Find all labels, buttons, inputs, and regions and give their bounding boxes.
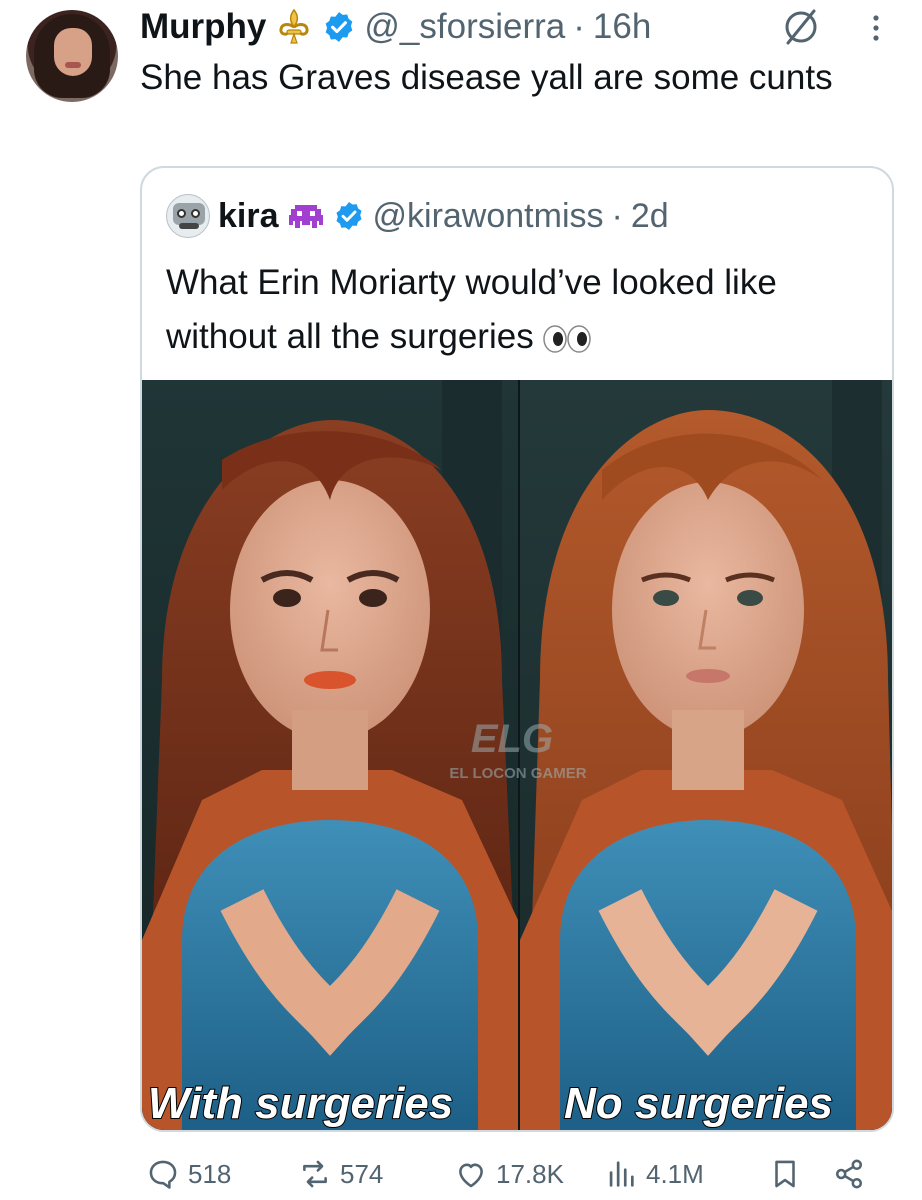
quoted-avatar[interactable] xyxy=(166,194,210,238)
views-icon xyxy=(609,1161,634,1187)
author-name[interactable]: Murphy xyxy=(140,7,266,47)
quoted-author-name[interactable]: kira xyxy=(218,197,279,236)
avatar[interactable] xyxy=(26,10,118,102)
reply-count: 518 xyxy=(188,1158,232,1189)
views-button[interactable]: 4.1M xyxy=(604,1152,704,1196)
comparison-image: ELG EL LOCON GAMER With surgeries No sur… xyxy=(142,380,892,1130)
tweet-text: She has Graves disease yall are some cun… xyxy=(140,58,833,97)
fleur-de-lis-icon xyxy=(279,8,309,44)
timestamp[interactable]: 16h xyxy=(593,7,651,47)
bookmark-button[interactable] xyxy=(768,1152,802,1196)
share-button[interactable] xyxy=(832,1152,866,1196)
quoted-timestamp[interactable]: 2d xyxy=(631,197,669,236)
views-count: 4.1M xyxy=(646,1158,704,1189)
caption-right: No surgeries xyxy=(564,1079,833,1128)
repost-button[interactable]: 574 xyxy=(298,1152,383,1196)
quoted-media-image[interactable]: ELG EL LOCON GAMER With surgeries No sur… xyxy=(142,380,892,1130)
quoted-text: What Erin Moriarty would’ve looked like … xyxy=(166,256,866,364)
repost-icon xyxy=(303,1160,327,1188)
like-button[interactable]: 17.8K xyxy=(454,1152,564,1196)
eyes-emoji-icon xyxy=(542,325,591,353)
caption-left: With surgeries xyxy=(148,1079,453,1128)
like-icon xyxy=(459,1163,483,1188)
author-handle[interactable]: @_sforsierra xyxy=(364,7,565,47)
reply-button[interactable]: 518 xyxy=(146,1152,231,1196)
quoted-author-handle[interactable]: @kirawontmiss xyxy=(373,197,604,236)
quoted-tweet[interactable]: kira @kirawontmiss · 2d What Erin Moriar… xyxy=(140,166,894,1132)
alien-icon xyxy=(288,205,323,228)
separator: · xyxy=(573,7,585,46)
share-icon xyxy=(835,1159,863,1189)
grok-icon[interactable] xyxy=(780,6,822,48)
watermark-logo: ELG xyxy=(471,717,553,761)
verified-badge-icon xyxy=(326,12,353,42)
watermark-text: EL LOCON GAMER xyxy=(449,765,586,782)
quoted-header: kira @kirawontmiss · 2d xyxy=(166,194,669,238)
like-count: 17.8K xyxy=(496,1158,564,1189)
bookmark-icon xyxy=(775,1160,795,1188)
quoted-text-content: What Erin Moriarty would’ve looked like … xyxy=(166,263,777,356)
tweet[interactable]: Murphy @_sforsierra · 16h She has Graves… xyxy=(0,0,922,1200)
tweet-header: Murphy @_sforsierra · 16h xyxy=(140,4,651,50)
more-icon[interactable] xyxy=(866,8,886,48)
reply-icon xyxy=(149,1160,177,1189)
verified-badge-icon xyxy=(335,202,362,230)
separator: · xyxy=(611,196,623,235)
repost-count: 574 xyxy=(340,1158,384,1189)
